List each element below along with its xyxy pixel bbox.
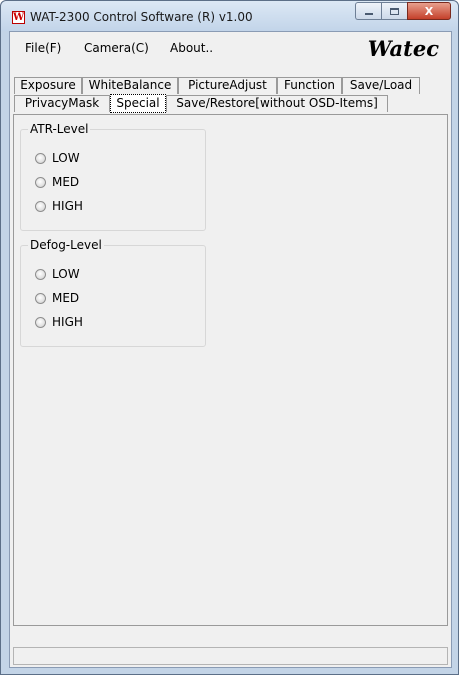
- defog-low-option[interactable]: LOW: [35, 266, 80, 282]
- client-area: File(F) Camera(C) About.. Watec Exposure…: [9, 31, 452, 668]
- defog-high-option[interactable]: HIGH: [35, 314, 83, 330]
- atr-high-option[interactable]: HIGH: [35, 198, 83, 214]
- defog-med-label: MED: [52, 291, 80, 305]
- minimize-icon: [364, 13, 373, 15]
- atr-low-radio[interactable]: [35, 152, 46, 164]
- tab-pictureadjust[interactable]: PictureAdjust: [178, 77, 277, 94]
- minimize-button[interactable]: [355, 2, 381, 20]
- watec-app-icon[interactable]: W: [12, 11, 25, 24]
- defog-med-radio[interactable]: [35, 292, 46, 304]
- atr-low-option[interactable]: LOW: [35, 150, 80, 166]
- defog-low-radio[interactable]: [35, 268, 46, 280]
- atr-med-radio[interactable]: [35, 176, 46, 188]
- atr-low-label: LOW: [52, 151, 80, 165]
- defog-level-title: Defog-Level: [28, 238, 104, 252]
- watec-logo: Watec: [367, 36, 439, 61]
- menu-file[interactable]: File(F): [25, 41, 61, 55]
- tab-exposure[interactable]: Exposure: [14, 77, 82, 94]
- menu-bar: File(F) Camera(C) About.. Watec: [10, 32, 451, 62]
- status-bar: [13, 647, 448, 665]
- defog-level-group: Defog-Level LOW MED HIGH: [20, 238, 206, 347]
- special-tab-panel: ATR-Level LOW MED HIGH Defog-Level LOW M…: [13, 114, 448, 626]
- defog-high-label: HIGH: [52, 315, 83, 329]
- tab-saverestore[interactable]: Save/Restore[without OSD-Items]: [166, 95, 388, 112]
- tab-whitebalance[interactable]: WhiteBalance: [82, 77, 178, 94]
- atr-med-label: MED: [52, 175, 80, 189]
- maximize-button[interactable]: [381, 2, 407, 20]
- tab-function[interactable]: Function: [277, 77, 342, 94]
- close-button[interactable]: X: [407, 2, 451, 20]
- defog-high-radio[interactable]: [35, 316, 46, 328]
- atr-level-group: ATR-Level LOW MED HIGH: [20, 122, 206, 231]
- tab-special[interactable]: Special: [110, 94, 166, 113]
- atr-level-title: ATR-Level: [28, 122, 91, 136]
- tab-saveload[interactable]: Save/Load: [342, 77, 420, 94]
- main-window: W WAT-2300 Control Software (R) v1.00 X …: [0, 0, 459, 675]
- maximize-icon: [390, 7, 399, 15]
- tab-privacymask[interactable]: PrivacyMask: [14, 95, 110, 112]
- atr-high-label: HIGH: [52, 199, 83, 213]
- caption-buttons: X: [355, 2, 451, 20]
- title-bar[interactable]: W WAT-2300 Control Software (R) v1.00 X: [1, 1, 458, 31]
- defog-low-label: LOW: [52, 267, 80, 281]
- close-icon: X: [424, 4, 434, 18]
- atr-high-radio[interactable]: [35, 200, 46, 212]
- menu-about[interactable]: About..: [170, 41, 213, 55]
- atr-med-option[interactable]: MED: [35, 174, 79, 190]
- defog-med-option[interactable]: MED: [35, 290, 79, 306]
- menu-camera[interactable]: Camera(C): [84, 41, 149, 55]
- window-title: WAT-2300 Control Software (R) v1.00: [30, 10, 253, 24]
